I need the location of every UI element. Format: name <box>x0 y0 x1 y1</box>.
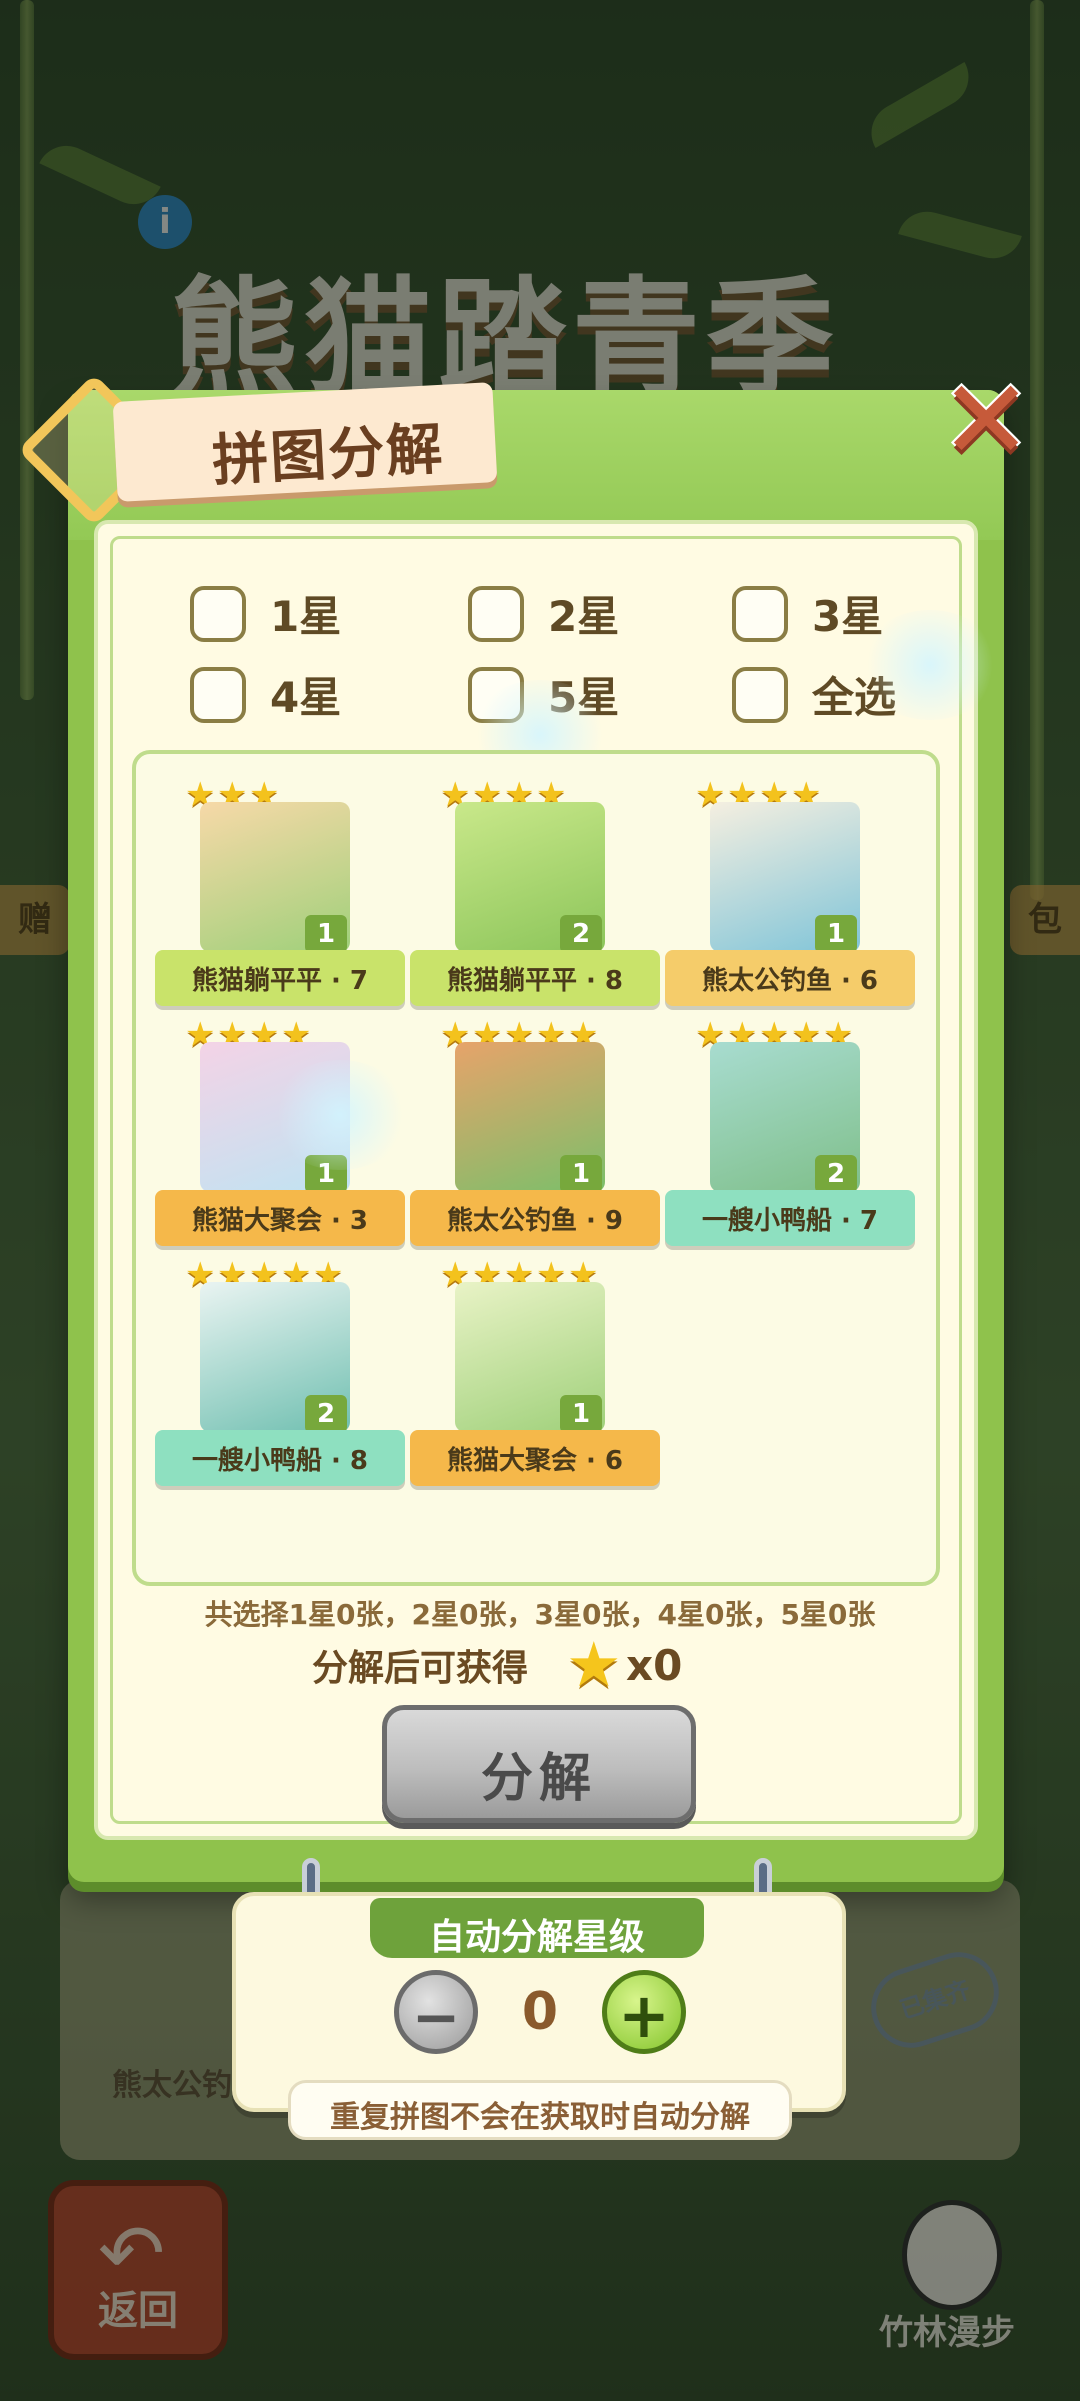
dialog-title-banner: 拼图分解 <box>17 372 498 527</box>
filter-4-star[interactable]: 4星 <box>190 664 341 725</box>
card-name: 一艘小鸭船 · 7 <box>701 1206 879 1236</box>
card-count-badge: 1 <box>815 915 857 953</box>
card-name: 熊太公钓鱼 · 6 <box>701 966 879 996</box>
plus-button[interactable]: + <box>602 1970 686 2054</box>
checkbox-label: 4星 <box>270 673 342 722</box>
dialog-title: 拼图分解 <box>210 416 446 495</box>
card-count-badge: 1 <box>560 1395 602 1433</box>
decompose-button-label: 分解 <box>480 1749 597 1809</box>
filter-1-star[interactable]: 1星 <box>190 583 341 644</box>
reward-label: 分解后可获得 <box>312 1648 529 1689</box>
minus-button[interactable]: − <box>394 1970 478 2054</box>
checkbox[interactable] <box>732 585 788 642</box>
decompose-button[interactable]: 分解 <box>382 1705 696 1823</box>
puzzle-card[interactable]: ★ ★ ★ ★ 2 熊猫躺平平 · 8 <box>410 778 660 1020</box>
paw-sparkle-icon <box>270 1060 410 1170</box>
puzzle-card[interactable]: ★ ★ ★ ★ ★ 2 一艘小鸭船 · 8 <box>155 1258 405 1500</box>
card-count-badge: 1 <box>560 1155 602 1193</box>
card-count-badge: 2 <box>305 1395 347 1433</box>
card-name: 熊猫躺平平 · 8 <box>446 966 624 996</box>
auto-decompose-title: 自动分解星级 <box>428 1917 645 1958</box>
checkbox[interactable] <box>190 585 246 642</box>
star-level-value: 0 <box>521 1982 559 2042</box>
filter-2-star[interactable]: 2星 <box>468 583 619 644</box>
checkbox[interactable] <box>732 666 788 723</box>
checkbox[interactable] <box>468 585 524 642</box>
card-name: 熊太公钓鱼 · 9 <box>446 1206 624 1236</box>
puzzle-card[interactable]: ★ ★ ★ ★ ★ 2 一艘小鸭船 · 7 <box>665 1018 915 1260</box>
close-icon[interactable]: ✕ <box>940 365 1032 475</box>
checkbox-label: 1星 <box>270 592 342 641</box>
puzzle-card[interactable]: ★ ★ ★ ★ ★ 1 熊猫大聚会 · 6 <box>410 1258 660 1500</box>
selection-summary: 共选择1星0张，2星0张，3星0张，4星0张，5星0张 <box>204 1598 876 1631</box>
plus-icon: + <box>618 1979 670 2052</box>
auto-decompose-note: 重复拼图不会在获取时自动分解 <box>330 2100 750 2135</box>
reward-preview: 分解后可获得 ★ x0 <box>312 1628 683 1701</box>
card-count-badge: 2 <box>815 1155 857 1193</box>
card-count-badge: 2 <box>560 915 602 953</box>
checkbox[interactable] <box>190 666 246 723</box>
puzzle-card[interactable]: ★ ★ ★ 1 熊猫躺平平 · 7 <box>155 778 405 1020</box>
star-icon: ★ <box>566 1628 622 1701</box>
card-count-badge: 1 <box>305 915 347 953</box>
card-name: 熊猫大聚会 · 6 <box>446 1446 624 1476</box>
reward-value: x0 <box>626 1640 683 1690</box>
card-name: 熊猫大聚会 · 3 <box>191 1206 369 1236</box>
puzzle-card[interactable]: ★ ★ ★ ★ 1 熊太公钓鱼 · 6 <box>665 778 915 1020</box>
filter-3-star[interactable]: 3星 <box>732 583 883 644</box>
card-name: 一艘小鸭船 · 8 <box>191 1446 369 1476</box>
paw-sparkle-icon <box>860 610 1000 720</box>
checkbox-label: 2星 <box>548 592 620 641</box>
card-name: 熊猫躺平平 · 7 <box>191 966 369 996</box>
minus-icon: − <box>411 1983 461 2051</box>
puzzle-card[interactable]: ★ ★ ★ ★ ★ 1 熊太公钓鱼 · 9 <box>410 1018 660 1260</box>
